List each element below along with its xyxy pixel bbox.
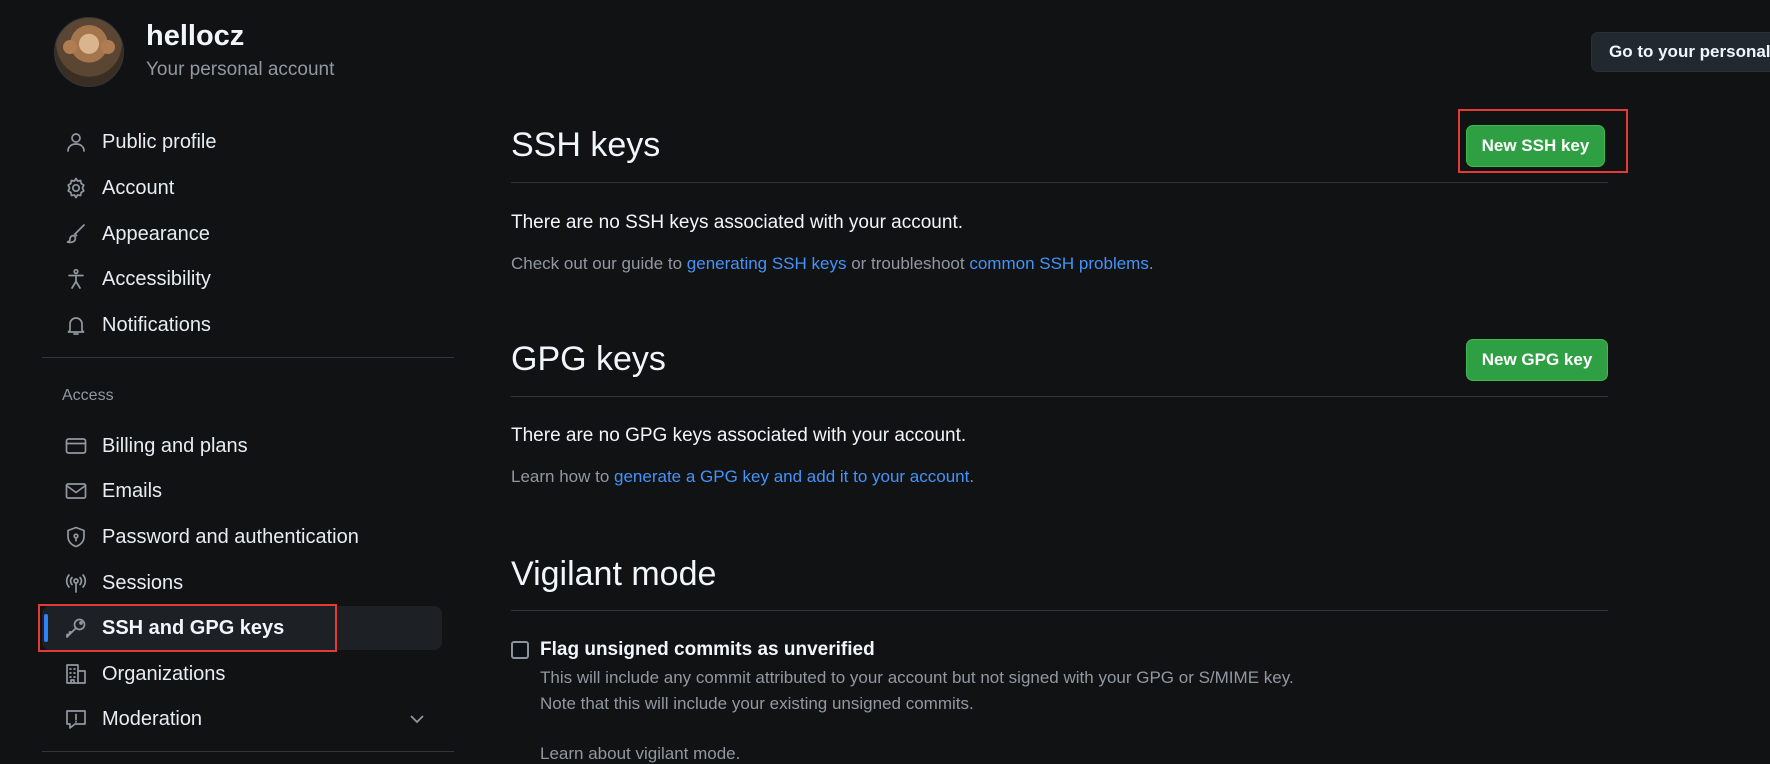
sidebar-item-password-authentication[interactable]: Password and authentication <box>42 515 442 559</box>
gpg-learn-text: Learn how to generate a GPG key and add … <box>511 467 974 487</box>
sidebar-item-sessions[interactable]: Sessions <box>42 561 442 605</box>
sidebar-divider <box>42 357 454 358</box>
sidebar-divider-bottom <box>42 751 454 752</box>
gpg-learn-prefix: Learn how to <box>511 467 615 486</box>
avatar-ear-left <box>63 40 77 54</box>
gpg-learn-suffix: . <box>969 467 975 486</box>
chevron-down-icon[interactable] <box>405 707 429 731</box>
bell-icon <box>64 313 88 337</box>
sidebar-item-organizations[interactable]: Organizations <box>42 652 442 696</box>
learn-vigilant-mode-link[interactable]: Learn about vigilant mode. <box>540 744 740 764</box>
sidebar-item-moderation[interactable]: Moderation <box>42 697 442 741</box>
generating-ssh-keys-link[interactable]: generating SSH keys <box>687 254 847 273</box>
gpg-section-divider <box>511 396 1608 397</box>
gpg-keys-heading: GPG keys <box>511 340 666 378</box>
avatar[interactable] <box>54 17 124 87</box>
annotation-highlight-ssh-button <box>1458 109 1628 173</box>
credit-card-icon <box>64 434 88 458</box>
sidebar-item-label: Moderation <box>102 707 203 730</box>
accessibility-icon <box>64 267 88 291</box>
sidebar-item-label: Billing and plans <box>102 434 248 457</box>
account-username[interactable]: hellocz <box>146 20 244 53</box>
ssh-keys-heading: SSH keys <box>511 126 661 164</box>
mail-icon <box>64 479 88 503</box>
broadcast-icon <box>64 571 88 595</box>
gpg-empty-message: There are no GPG keys associated with yo… <box>511 425 967 446</box>
sidebar-item-label: Organizations <box>102 662 226 685</box>
go-to-personal-profile-button[interactable]: Go to your personal p <box>1591 32 1770 72</box>
sidebar-item-label: Emails <box>102 479 163 502</box>
generate-gpg-key-link[interactable]: generate a GPG key and add it to your ac… <box>614 467 969 486</box>
flag-unsigned-commits-label[interactable]: Flag unsigned commits as unverified <box>540 639 875 661</box>
report-icon <box>64 707 88 731</box>
sidebar-item-label: Notifications <box>102 313 211 336</box>
ssh-guide-suffix: . <box>1148 254 1154 273</box>
person-icon <box>64 130 88 154</box>
organization-icon <box>64 662 88 686</box>
sidebar-item-accessibility[interactable]: Accessibility <box>42 257 442 301</box>
ssh-empty-message: There are no SSH keys associated with yo… <box>511 212 964 233</box>
ssh-guide-text: Check out our guide to generating SSH ke… <box>511 254 1154 274</box>
sidebar-item-notifications[interactable]: Notifications <box>42 303 442 347</box>
account-subtitle: Your personal account <box>146 59 335 80</box>
ssh-guide-mid: or troubleshoot <box>846 254 970 273</box>
ssh-guide-prefix: Check out our guide to <box>511 254 687 273</box>
sidebar-item-account[interactable]: Account <box>42 166 442 210</box>
sidebar-item-label: Sessions <box>102 571 184 594</box>
sidebar-item-appearance[interactable]: Appearance <box>42 212 442 256</box>
annotation-highlight-sidebar <box>38 604 337 652</box>
vigilant-description-2: Note that this will include your existin… <box>540 694 974 713</box>
new-gpg-key-button[interactable]: New GPG key <box>1466 339 1608 381</box>
paintbrush-icon <box>64 222 88 246</box>
ssh-section-divider <box>511 182 1608 183</box>
sidebar-item-label: Account <box>102 176 175 199</box>
sidebar-section-access: Access <box>62 387 114 404</box>
sidebar-item-label: Accessibility <box>102 267 211 290</box>
vigilant-section-divider <box>511 610 1608 611</box>
vigilant-description-1: This will include any commit attributed … <box>540 668 1294 687</box>
vigilant-mode-heading: Vigilant mode <box>511 555 717 593</box>
sidebar-item-emails[interactable]: Emails <box>42 469 442 513</box>
sidebar-item-label: Appearance <box>102 222 210 245</box>
gear-icon <box>64 176 88 200</box>
flag-unsigned-commits-checkbox[interactable] <box>511 641 529 659</box>
avatar-ear-right <box>101 40 115 54</box>
sidebar-item-public-profile[interactable]: Public profile <box>42 120 442 164</box>
shield-lock-icon <box>64 525 88 549</box>
sidebar-item-label: Password and authentication <box>102 525 359 548</box>
common-ssh-problems-link[interactable]: common SSH problems <box>969 254 1149 273</box>
sidebar-item-label: Public profile <box>102 130 217 153</box>
sidebar-item-billing[interactable]: Billing and plans <box>42 424 442 468</box>
